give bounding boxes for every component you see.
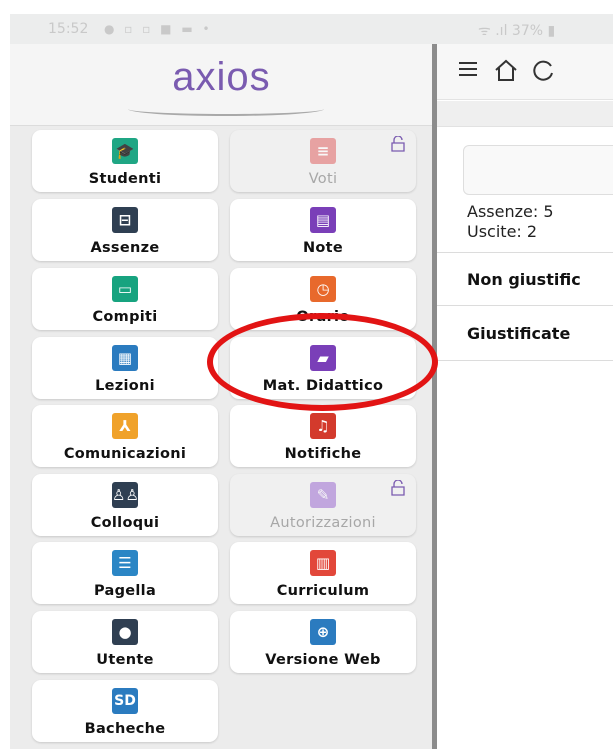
menu-tile-versione-web[interactable]: ⊕ Versione Web [230,611,416,673]
notification-icons: ● ▫ ▫ ■ ▬ • [104,22,213,36]
menu-tile-notifiche[interactable]: ♫ Notifiche [230,405,416,467]
menu-tile-label: Assenze [90,240,160,256]
menu-tile-bacheche[interactable]: SD Bacheche [32,680,218,742]
subheader-bar [437,101,613,127]
lock-icon [391,480,405,496]
user-icon: ● [112,619,138,645]
menu-tile-label: Compiti [92,309,158,325]
signature-icon: ✎ [310,482,336,508]
menu-tile-label: Curriculum [276,583,370,599]
battery-level: 37% [511,23,544,39]
menu-tile-compiti[interactable]: ▭ Compiti [32,268,218,330]
hamburger-menu-icon[interactable] [457,58,479,80]
toolbar [437,44,613,100]
people-icon: ♙♙ [112,482,139,508]
logo-header: axios [10,44,433,126]
status-time: 15:52 [48,21,89,37]
menu-tile-comunicazioni[interactable]: ⅄ Comunicazioni [32,405,218,467]
certificate-icon: ▥ [310,550,336,576]
menu-tile-label: Comunicazioni [63,446,187,462]
main-content: Assenze: 5 Uscite: 2 Non giustific Giust… [437,44,613,749]
menu-tile-note[interactable]: ▤ Note [230,199,416,261]
clock-icon: ◷ [310,276,336,302]
home-icon[interactable] [493,58,519,82]
menu-tile-pagella[interactable]: ☰ Pagella [32,542,218,604]
menu-tile-autorizzazioni[interactable]: ✎ Autorizzazioni [230,474,416,536]
lesson-icon: ▦ [112,345,138,371]
blackboard-icon: ▭ [112,276,138,302]
menu-tile-assenze[interactable]: ⊟ Assenze [32,199,218,261]
menu-tile-label: Versione Web [265,652,381,668]
menu-tile-label: Studenti [88,171,162,187]
bed-icon: ⊟ [112,207,138,233]
menu-tile-label: Utente [96,652,154,668]
axios-logo: axios [172,55,271,99]
row-label: Non giustific [467,270,581,289]
menu-tile-label: Autorizzazioni [270,515,376,531]
grades-icon: ≡ [310,138,336,164]
menu-tile-lezioni[interactable]: ▦ Lezioni [32,337,218,399]
row-non-giustificate[interactable]: Non giustific [437,252,613,306]
refresh-icon[interactable] [531,58,555,82]
sd-board-icon: SD [112,688,138,714]
menu-tile-label: Note [302,240,344,256]
menu-tile-label: Lezioni [95,378,155,394]
graduation-cap-icon: 🎓 [112,138,138,164]
menu-tile-label: Notifiche [284,446,362,462]
note-icon: ▤ [310,207,336,233]
assenze-count: Assenze: 5 [467,202,554,221]
report-card-icon: ☰ [112,550,138,576]
bell-icon: ♫ [310,413,336,439]
summary-card [463,145,613,195]
menu-tile-label: Colloqui [90,515,160,531]
menu-tile-studenti[interactable]: 🎓 Studenti [32,130,218,192]
menu-tile-label: Bacheche [84,721,166,737]
menu-tile-colloqui[interactable]: ♙♙ Colloqui [32,474,218,536]
lock-icon [391,136,405,152]
menu-tile-utente[interactable]: ● Utente [32,611,218,673]
row-giustificate[interactable]: Giustificate [437,307,613,361]
battery-indicator: ᯤ .ıl 37% ▮ [478,23,556,39]
highlight-circle [207,313,438,411]
status-bar: 15:52 ● ▫ ▫ ■ ▬ • ᯤ .ıl 37% ▮ [10,14,613,44]
pdf-icon: ⅄ [112,413,138,439]
globe-icon: ⊕ [310,619,336,645]
menu-tile-label: Pagella [93,583,157,599]
menu-tile-curriculum[interactable]: ▥ Curriculum [230,542,416,604]
uscite-count: Uscite: 2 [467,222,538,241]
row-label: Giustificate [467,324,571,343]
menu-tile-label: Voti [308,171,338,187]
logo-swoosh [128,102,324,116]
menu-tile-voti[interactable]: ≡ Voti [230,130,416,192]
